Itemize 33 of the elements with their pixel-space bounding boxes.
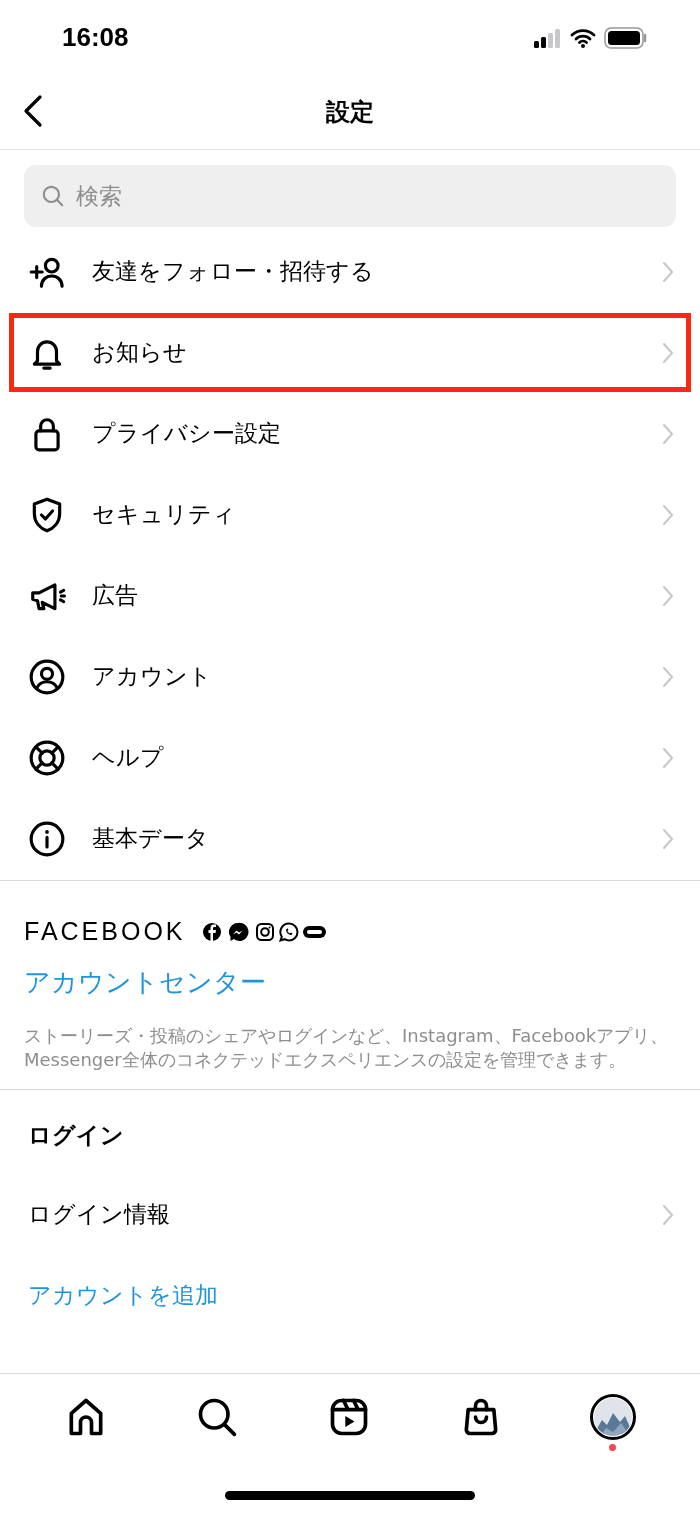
description-text: ストーリーズ・投稿のシェアやログインなど、Instagram、Facebookアプリ、Messenger全体のコネクテッドエクスペリエンスの設定を管理できます。 — [24, 1023, 670, 1072]
search-bar[interactable]: 検索 — [24, 165, 676, 227]
settings-item[interactable]: お知らせ — [8, 312, 692, 393]
lifebuoy-icon — [28, 738, 66, 777]
settings-item[interactable]: セキュリティ — [0, 474, 700, 555]
chevron-right-icon — [662, 746, 674, 769]
signal-icon — [534, 27, 562, 48]
avatar-icon — [590, 1394, 637, 1440]
chevron-right-icon — [662, 503, 674, 526]
info-icon — [28, 819, 66, 858]
settings-item[interactable]: 広告 — [0, 555, 700, 636]
chevron-right-icon — [662, 422, 674, 445]
chevron-right-icon — [662, 1203, 674, 1226]
page-title: 設定 — [326, 97, 374, 128]
settings-item[interactable]: 友達をフォロー・招待する — [0, 231, 700, 312]
clock: 16:08 — [62, 21, 129, 54]
brand-name: FACEBOOK — [24, 916, 186, 947]
section-heading: ログイン — [27, 1120, 125, 1150]
account-icon — [28, 657, 66, 696]
settings-item[interactable]: 基本データ — [0, 798, 700, 879]
settings-item[interactable]: ヘルプ — [0, 717, 700, 798]
search-field[interactable]: 検索 — [74, 177, 660, 215]
chevron-right-icon — [662, 584, 674, 607]
settings-item[interactable]: プライバシー設定 — [0, 393, 700, 474]
chevron-right-icon — [662, 827, 674, 850]
chevron-right-icon — [662, 665, 674, 688]
chevron-right-icon — [662, 341, 674, 364]
settings-item[interactable]: アカウント — [0, 636, 700, 717]
settings-item[interactable]: ログイン情報 — [0, 1174, 700, 1255]
chevron-right-icon — [662, 260, 674, 283]
battery-icon — [604, 26, 648, 49]
wifi-icon — [570, 27, 596, 48]
search-icon — [40, 183, 66, 209]
